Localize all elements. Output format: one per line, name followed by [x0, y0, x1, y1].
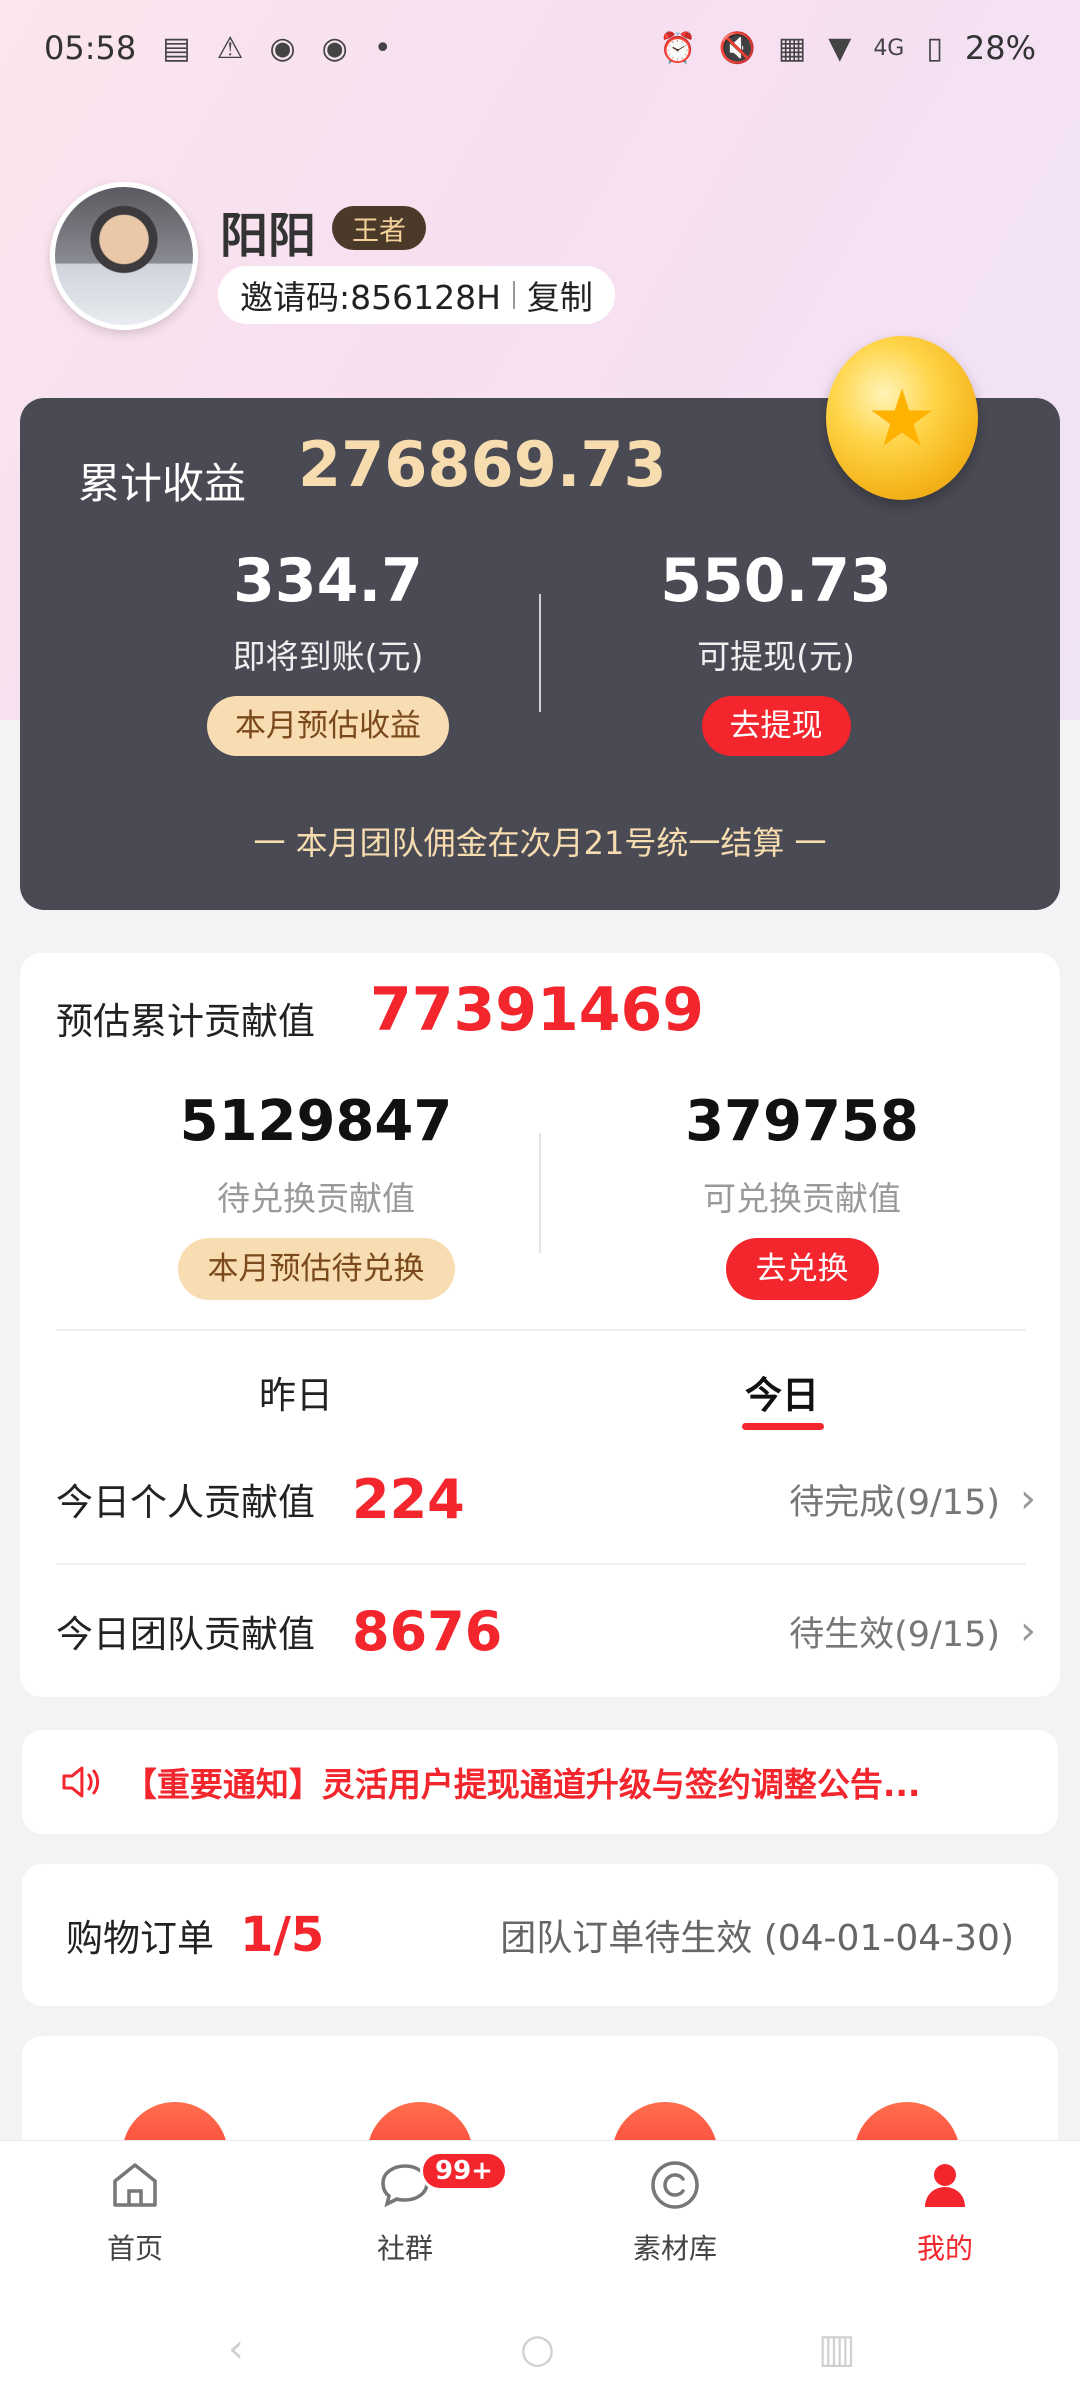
- nfc-icon: ▦: [777, 30, 807, 66]
- wechat-icon: ◉: [269, 30, 296, 66]
- home-icon: [113, 2163, 157, 2207]
- withdrawable-label: 可提现(元): [697, 637, 855, 676]
- nav-mine[interactable]: 我的: [810, 2141, 1080, 2282]
- pending-earnings: 334.7 即将到账(元) 本月预估收益: [128, 546, 528, 756]
- contribution-total-label: 预估累计贡献值: [56, 1000, 315, 1043]
- exchangeable-value: 379758: [685, 1089, 919, 1154]
- signal-icon: 4G: [873, 35, 905, 61]
- mute-icon: 🔇: [718, 30, 756, 66]
- nav-home[interactable]: 首页: [0, 2141, 270, 2282]
- active-tab-indicator: [742, 1423, 824, 1430]
- invite-code-pill: 邀请码:856128H 复制: [218, 266, 615, 324]
- tab-today[interactable]: 今日: [682, 1365, 882, 1419]
- battery-level: 28%: [964, 29, 1036, 67]
- tab-yesterday[interactable]: 昨日: [196, 1365, 396, 1419]
- personal-contribution-label: 今日个人贡献值: [56, 1481, 315, 1524]
- wifi-icon: ▼: [828, 30, 852, 66]
- nav-community[interactable]: 99+ 社群: [270, 2141, 540, 2282]
- copy-button[interactable]: 复制: [527, 271, 593, 319]
- avatar[interactable]: [50, 182, 198, 330]
- recents-icon[interactable]: ▥: [818, 2326, 856, 2372]
- pending-contribution-label: 待兑换贡献值: [217, 1179, 415, 1218]
- divider: [56, 1563, 1026, 1565]
- exchangeable-contribution: 379758 可兑换贡献值 去兑换: [582, 1089, 1022, 1300]
- team-contribution-row[interactable]: 今日团队贡献值 8676 待生效(9/15) ›: [56, 1581, 1036, 1681]
- divider: [539, 1133, 541, 1253]
- nav-label: 社群: [376, 2232, 433, 2265]
- home-button-icon[interactable]: ○: [520, 2326, 555, 2372]
- monthly-pending-exchange-button[interactable]: 本月预估待兑换: [177, 1238, 455, 1300]
- withdrawable-value: 550.73: [660, 546, 892, 616]
- warning-icon: ⚠: [216, 30, 244, 66]
- orders-count: 1/5: [240, 1907, 325, 1963]
- alarm-icon: ⏰: [659, 30, 697, 66]
- pending-earnings-label: 即将到账(元): [232, 637, 424, 676]
- orders-status: 团队订单待生效 (04-01-04-30): [500, 1918, 1014, 1959]
- exchange-button[interactable]: 去兑换: [725, 1238, 879, 1300]
- chevron-right-icon: ›: [1020, 1608, 1036, 1654]
- pending-contribution-value: 5129847: [179, 1089, 453, 1154]
- more-dot-icon: •: [373, 30, 392, 66]
- chevron-right-icon: ›: [1020, 1476, 1036, 1522]
- total-earnings-value: 276869.73: [298, 428, 667, 501]
- notification-badge: 99+: [420, 2151, 508, 2191]
- personal-contribution-row[interactable]: 今日个人贡献值 224 待完成(9/15) ›: [56, 1449, 1036, 1549]
- user-icon: [925, 2164, 965, 2207]
- system-navigation: ‹ ○ ▥: [0, 2282, 1080, 2401]
- team-contribution-value: 8676: [352, 1599, 503, 1663]
- wechat-icon-2: ◉: [321, 30, 348, 66]
- settlement-note: 一 本月团队佣金在次月21号统一结算 一: [253, 824, 827, 862]
- contribution-card: 预估累计贡献值 77391469 5129847 待兑换贡献值 本月预估待兑换 …: [20, 953, 1060, 1697]
- team-contribution-status: 待生效(9/15): [789, 1614, 1000, 1655]
- withdraw-button[interactable]: 去提现: [701, 696, 851, 756]
- status-bar: 05:58 ▤ ⚠ ◉ ◉ • ⏰ 🔇 ▦ ▼ 4G ▯ 28%: [0, 0, 1080, 96]
- bottom-navigation: 首页 99+ 社群 素材库 我的: [0, 2140, 1080, 2282]
- personal-contribution-status: 待完成(9/15): [789, 1482, 1000, 1523]
- pending-contribution: 5129847 待兑换贡献值 本月预估待兑换: [96, 1089, 536, 1300]
- rank-badge: 王者: [332, 206, 426, 250]
- monthly-estimate-button[interactable]: 本月预估收益: [207, 696, 449, 756]
- nav-label: 我的: [916, 2232, 973, 2265]
- status-time: 05:58: [44, 29, 137, 67]
- quick-menu: [22, 2036, 1058, 2156]
- materials-icon: [651, 2161, 699, 2209]
- notice-text: 【重要通知】灵活用户提现通道升级与签约调整公告...: [123, 1765, 921, 1804]
- nav-materials[interactable]: 素材库: [540, 2141, 810, 2282]
- invite-code: 邀请码:856128H: [240, 278, 501, 317]
- personal-contribution-value: 224: [352, 1467, 465, 1531]
- speaker-icon: [62, 1766, 100, 1798]
- orders-label: 购物订单: [66, 1917, 214, 1960]
- coin-icon: ★: [826, 336, 978, 500]
- username: 阳阳: [220, 208, 317, 264]
- pending-earnings-value: 334.7: [233, 546, 423, 616]
- battery-icon: ▯: [926, 30, 943, 66]
- shopping-orders[interactable]: 购物订单 1/5 团队订单待生效 (04-01-04-30): [22, 1864, 1058, 2006]
- total-earnings-label: 累计收益: [78, 459, 247, 508]
- star-icon: ★: [866, 371, 938, 465]
- divider: [539, 594, 541, 712]
- notification-doc-icon: ▤: [162, 30, 191, 66]
- divider: [56, 1329, 1026, 1331]
- nav-label: 素材库: [632, 2232, 717, 2265]
- notice-bar[interactable]: 【重要通知】灵活用户提现通道升级与签约调整公告...: [22, 1730, 1058, 1834]
- contribution-total-value: 77391469: [370, 975, 704, 1045]
- withdrawable-earnings: 550.73 可提现(元) 去提现: [576, 546, 976, 756]
- divider: [512, 281, 515, 309]
- back-icon[interactable]: ‹: [228, 2326, 244, 2372]
- team-contribution-label: 今日团队贡献值: [56, 1613, 315, 1656]
- exchangeable-label: 可兑换贡献值: [703, 1179, 901, 1218]
- nav-label: 首页: [106, 2232, 163, 2265]
